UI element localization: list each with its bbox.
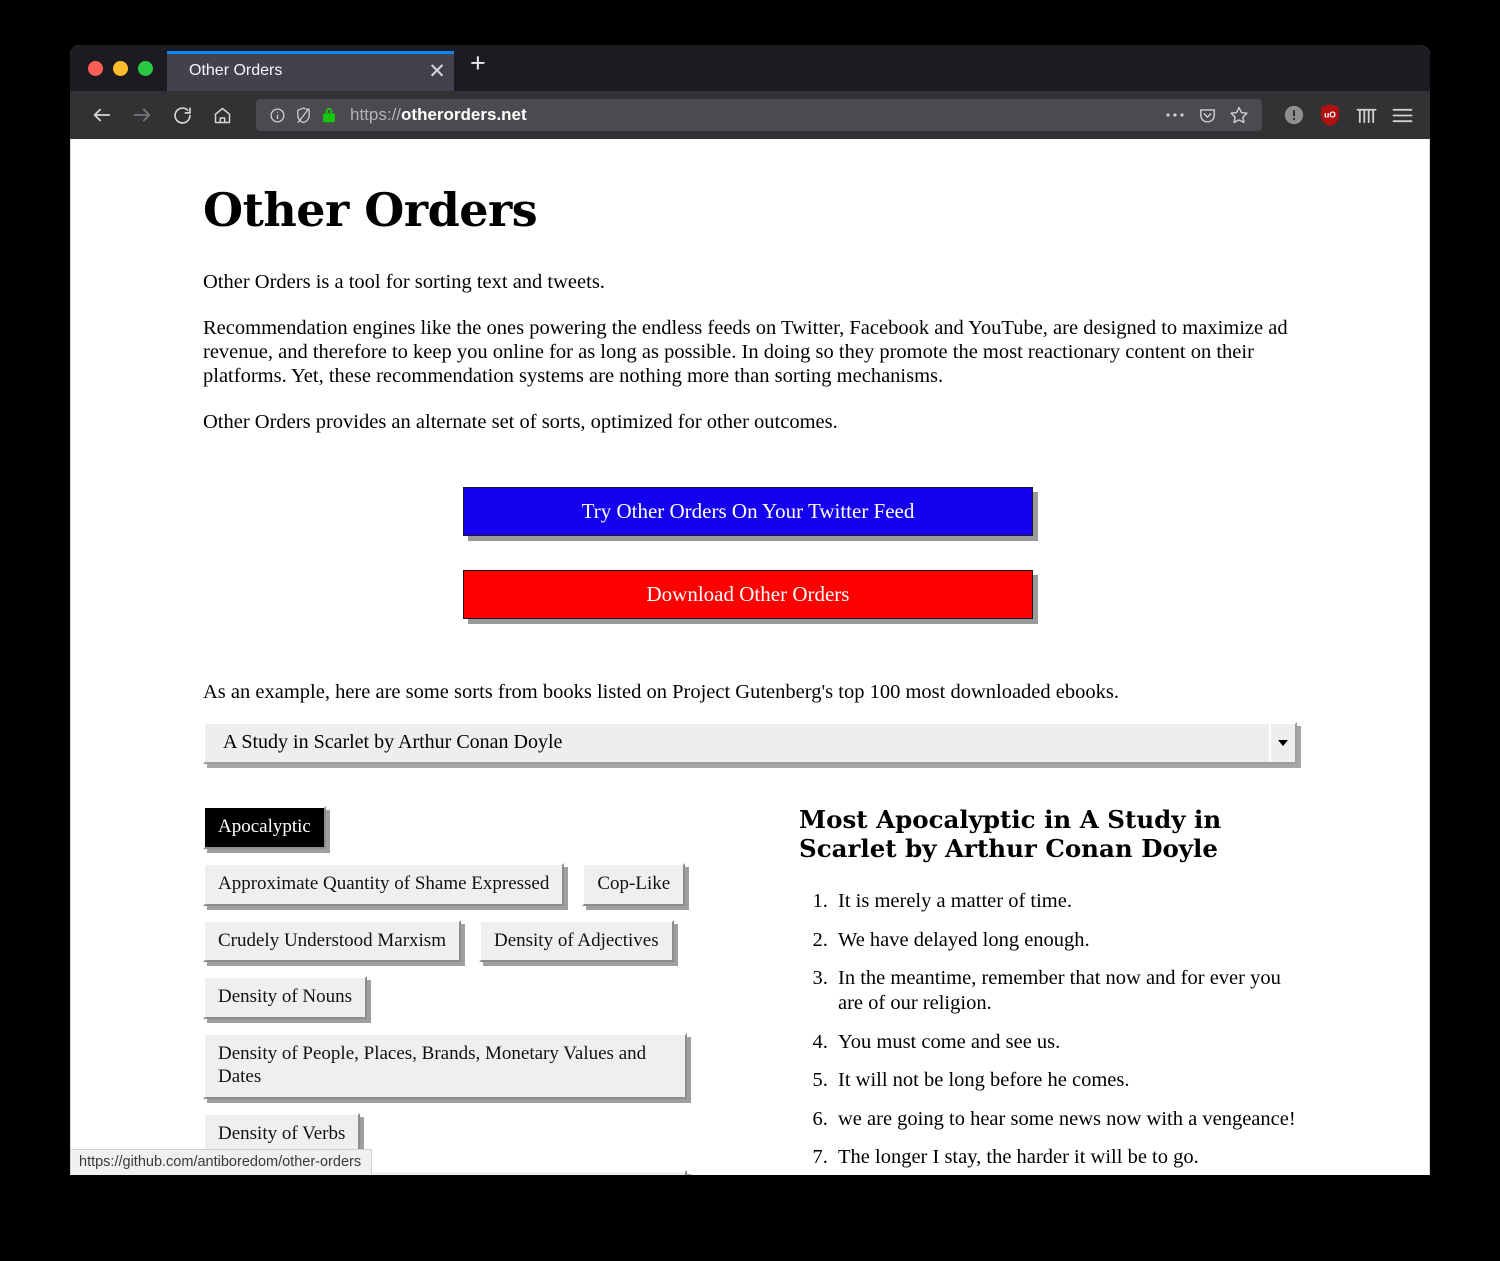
result-item: You must come and see us. (833, 1030, 1309, 1055)
chevron-down-icon[interactable] (1269, 723, 1295, 762)
url-bar[interactable]: https://otherorders.net (256, 99, 1262, 131)
example-note: As an example, here are some sorts from … (203, 680, 1119, 703)
result-item: We have delayed long enough. (833, 928, 1309, 953)
home-icon[interactable] (202, 98, 242, 132)
download-button[interactable]: Download Other Orders (463, 569, 1033, 619)
result-item: we are going to hear some news now with … (833, 1107, 1309, 1132)
sort-button[interactable]: Cop-Like (582, 862, 686, 906)
url-host: otherorders.net (401, 105, 527, 124)
page-content: Other Orders Other Orders is a tool for … (71, 139, 1303, 1175)
window-traffic-lights (70, 45, 167, 91)
page-title: Other Orders (203, 183, 538, 237)
green-padlock-icon[interactable] (316, 106, 342, 124)
new-tab-button[interactable]: + (454, 45, 502, 91)
pocket-icon[interactable] (1192, 106, 1222, 125)
url-text: https://otherorders.net (350, 105, 1160, 125)
sort-button[interactable]: Crudely Understood Marxism (203, 919, 461, 963)
book-select-value: A Study in Scarlet by Arthur Conan Doyle (223, 731, 563, 754)
navigation-toolbar: https://otherorders.net uO (70, 91, 1430, 139)
sort-button[interactable]: Density of Adjectives (478, 919, 674, 963)
sort-button-list: Apocalyptic Approximate Quantity of Shame… (203, 805, 703, 1175)
try-on-twitter-button[interactable]: Try Other Orders On Your Twitter Feed (463, 486, 1033, 536)
url-bar-actions (1160, 105, 1254, 125)
results-list: It is merely a matter of time. We have de… (799, 889, 1309, 1175)
info-badge-icon[interactable] (1278, 99, 1310, 131)
extension-toolbar: uO (1272, 99, 1418, 131)
page-viewport: Other Orders Other Orders is a tool for … (70, 139, 1430, 1175)
close-window-button[interactable] (88, 60, 103, 76)
result-item: It will not be long before he comes. (833, 1068, 1309, 1093)
url-scheme: https:// (350, 105, 402, 124)
star-icon[interactable] (1224, 105, 1254, 125)
tagline-paragraph: Other Orders provides an alternate set o… (203, 410, 838, 433)
sort-button[interactable]: Density of Nouns (203, 976, 368, 1020)
sort-button[interactable]: Density of People, Places, Brands, Monet… (203, 1033, 687, 1099)
close-icon[interactable]: ✕ (420, 61, 454, 82)
svg-text:uO: uO (1324, 110, 1336, 120)
sorts-and-results: Apocalyptic Approximate Quantity of Shame… (203, 805, 1303, 1175)
sort-button[interactable]: Apocalyptic (203, 805, 326, 849)
sort-buttons-column: Apocalyptic Approximate Quantity of Shame… (203, 805, 703, 1175)
result-item: In the meantime, remember that now and f… (833, 966, 1309, 1015)
results-heading: Most Apocalyptic in A Study in Scarlet b… (799, 804, 1222, 863)
minimize-window-button[interactable] (113, 60, 128, 76)
book-select[interactable]: A Study in Scarlet by Arthur Conan Doyle (203, 721, 1297, 764)
ellipsis-icon[interactable] (1160, 111, 1190, 119)
browser-tab-other-orders[interactable]: Other Orders ✕ (167, 51, 454, 91)
result-item: It is merely a matter of time. (833, 889, 1309, 914)
ublock-origin-shield-icon[interactable]: uO (1314, 99, 1346, 131)
browser-window: Other Orders ✕ + https://otherorders.net… (70, 45, 1430, 1175)
sort-button[interactable]: Approximate Quantity of Shame Expressed (203, 862, 565, 906)
hamburger-menu-icon[interactable] (1386, 99, 1418, 131)
library-columns-icon[interactable] (1350, 99, 1382, 131)
info-circle-icon[interactable] (264, 107, 290, 124)
forward-arrow-icon[interactable] (122, 98, 162, 132)
back-arrow-icon[interactable] (82, 98, 122, 132)
description-paragraph: Recommendation engines like the ones pow… (203, 316, 1288, 387)
result-item: The longer I stay, the harder it will be… (833, 1145, 1309, 1170)
status-bar-link-preview: https://github.com/antiboredom/other-ord… (71, 1149, 373, 1175)
reload-icon[interactable] (162, 98, 202, 132)
intro-paragraph: Other Orders is a tool for sorting text … (203, 271, 605, 293)
maximize-window-button[interactable] (138, 60, 153, 76)
shield-crossed-icon[interactable] (290, 106, 316, 125)
tab-strip: Other Orders ✕ + (70, 45, 1430, 91)
results-column: Most Apocalyptic in A Study in Scarlet b… (799, 804, 1309, 1175)
tab-title: Other Orders (189, 62, 283, 79)
cta-section: Try Other Orders On Your Twitter Feed Do… (203, 486, 1293, 619)
